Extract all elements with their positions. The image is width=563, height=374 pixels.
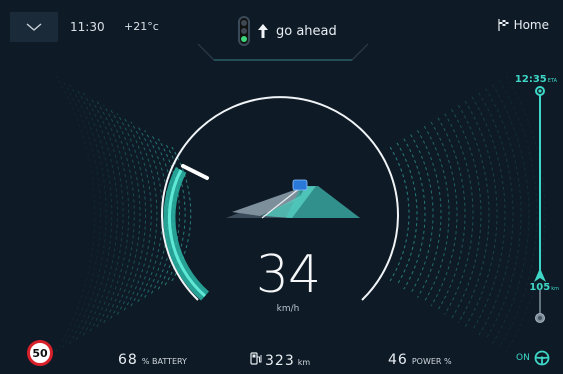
glow-line — [116, 113, 147, 315]
remaining-distance: 105km — [529, 282, 559, 293]
car-ahead-icon — [292, 179, 308, 191]
speed-unit: km/h — [276, 304, 300, 314]
glow-line — [498, 79, 538, 349]
glow-line — [403, 138, 426, 290]
range-status: 323 km — [250, 352, 310, 369]
glow-line — [123, 117, 152, 311]
glow-line — [430, 121, 458, 307]
glow-line — [103, 105, 135, 323]
range-value: 323 — [265, 353, 295, 369]
current-position-arrow — [534, 268, 546, 282]
current-speed: 34 — [255, 245, 321, 305]
battery-label: % BATTERY — [141, 357, 187, 366]
glow-line — [55, 75, 96, 353]
autopilot-toggle[interactable]: ON — [516, 350, 550, 366]
glow-line — [96, 100, 130, 328]
glow-line — [471, 96, 506, 332]
glow-line — [416, 130, 442, 298]
speed-glow-right — [389, 75, 546, 353]
speed-needle — [181, 164, 209, 180]
battery-status: 68 % BATTERY — [118, 352, 187, 368]
glow-line — [389, 146, 410, 282]
glow-line — [423, 125, 450, 303]
glow-line — [451, 109, 482, 319]
glow-line — [137, 125, 164, 303]
glow-line — [75, 88, 113, 340]
glow-line — [478, 92, 514, 336]
glow-line — [457, 105, 490, 323]
power-label: POWER % — [411, 357, 452, 366]
eta-time: 12:35ETA — [514, 74, 557, 85]
charging-station-icon — [250, 352, 262, 365]
power-value: 46 — [388, 352, 408, 368]
glow-line — [491, 84, 530, 344]
range-unit: km — [297, 358, 311, 367]
battery-value: 68 — [118, 352, 138, 368]
speedometer-gauge — [55, 43, 546, 353]
road-visualization — [226, 179, 360, 219]
glow-line — [396, 142, 418, 286]
autopilot-state: ON — [516, 353, 530, 363]
speed-limit-sign: 50 — [27, 340, 53, 366]
glow-line — [410, 134, 434, 294]
power-status: 46 POWER % — [388, 352, 452, 368]
steering-wheel-icon — [534, 350, 550, 366]
glow-line — [485, 88, 522, 340]
